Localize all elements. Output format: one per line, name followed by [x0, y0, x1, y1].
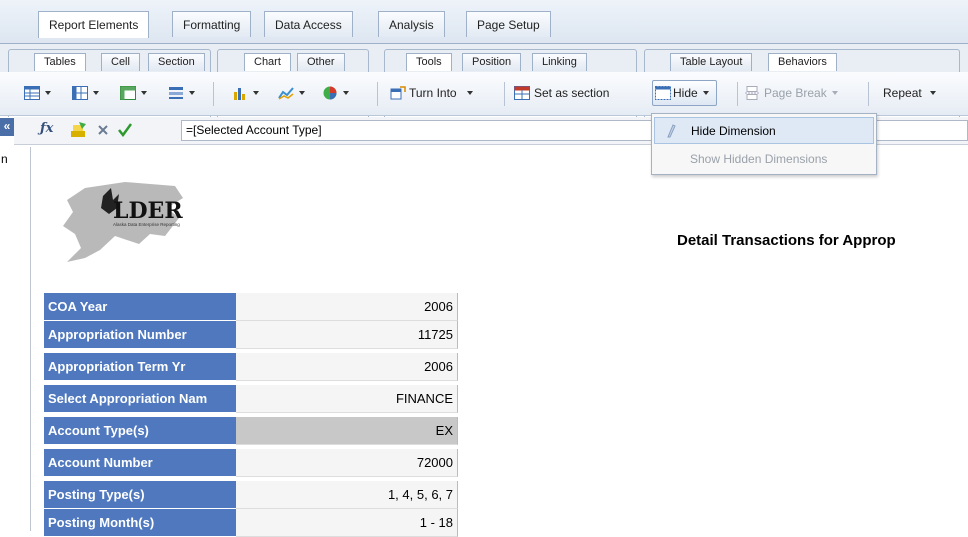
page-break-button[interactable]: Page Break — [744, 80, 843, 106]
row-label[interactable]: Posting Month(s) — [44, 509, 236, 537]
table-row: COA Year 2006 — [44, 293, 458, 321]
hide-button[interactable]: Hide — [652, 80, 717, 106]
row-value[interactable]: FINANCE — [236, 385, 458, 413]
validate-formula-icon[interactable] — [118, 123, 132, 137]
subtab-linking[interactable]: Linking — [532, 53, 587, 71]
row-label[interactable]: Posting Type(s) — [44, 481, 236, 509]
subtab-section[interactable]: Section — [148, 53, 205, 71]
crosstab-icon — [120, 86, 136, 100]
vertical-table-button[interactable] — [24, 80, 56, 106]
vertical-table-icon — [24, 86, 40, 100]
set-as-section-button[interactable]: Set as section — [514, 80, 609, 106]
row-value[interactable]: 1 - 18 — [236, 509, 458, 537]
subtab-other[interactable]: Other — [297, 53, 345, 71]
table-row: Account Type(s) EX — [44, 417, 458, 445]
left-panel-strip: « n — [0, 117, 14, 531]
toolbar-separator — [213, 82, 214, 106]
hide-label: Hide — [673, 86, 698, 100]
formula-fx-icon[interactable]: ƒx — [40, 121, 53, 136]
section-icon — [514, 86, 530, 100]
subtab-chart[interactable]: Chart — [244, 53, 291, 71]
row-value[interactable]: 72000 — [236, 449, 458, 477]
row-value[interactable]: 2006 — [236, 293, 458, 321]
table-row: Posting Type(s) 1, 4, 5, 6, 7 — [44, 481, 458, 509]
line-chart-icon — [278, 87, 294, 100]
logo-tagline: Alaska Data Enterprise Reporting — [113, 222, 180, 227]
toolbar-separator — [377, 82, 378, 106]
subtab-cell[interactable]: Cell — [101, 53, 140, 71]
row-value-selected[interactable]: EX — [236, 417, 458, 445]
page-break-label: Page Break — [764, 86, 827, 100]
form-icon — [169, 87, 183, 99]
variable-editor-icon[interactable] — [70, 121, 88, 139]
menu-item-label: Show Hidden Dimensions — [690, 152, 828, 166]
turn-into-icon — [390, 86, 406, 100]
tab-page-setup[interactable]: Page Setup — [466, 11, 551, 37]
report-title: Detail Transactions for Approp — [677, 232, 896, 249]
subtab-table-layout[interactable]: Table Layout — [670, 53, 753, 71]
table-row: Appropriation Term Yr 2006 — [44, 353, 458, 381]
sub-tab-row: Tables Cell Section Chart Other Tools Po… — [0, 44, 968, 125]
row-value[interactable]: 1, 4, 5, 6, 7 — [236, 481, 458, 509]
table-row: Account Number 72000 — [44, 449, 458, 477]
row-label[interactable]: Appropriation Term Yr — [44, 353, 236, 381]
pie-chart-icon — [323, 86, 337, 100]
row-label[interactable]: COA Year — [44, 293, 236, 321]
subtab-behaviors[interactable]: Behaviors — [768, 53, 837, 71]
table-row: Appropriation Number 11725 — [44, 321, 458, 349]
tab-data-access[interactable]: Data Access — [264, 11, 353, 37]
tab-formatting[interactable]: Formatting — [172, 11, 252, 37]
table-row: Select Appropriation Nam FINANCE — [44, 385, 458, 413]
row-value[interactable]: 11725 — [236, 321, 458, 349]
panel-label-fragment: n — [1, 152, 8, 166]
toolbar: Turn Into Set as section Hide Page Break… — [0, 72, 968, 116]
cancel-formula-icon[interactable] — [97, 124, 109, 136]
repeat-button[interactable]: Repeat — [883, 80, 941, 106]
crosstab-button[interactable] — [120, 80, 152, 106]
collapse-panel-button[interactable]: « — [0, 118, 14, 136]
subtab-tools[interactable]: Tools — [406, 53, 452, 71]
hide-column-icon — [655, 86, 671, 100]
toolbar-separator — [504, 82, 505, 106]
menu-item-show-hidden[interactable]: Show Hidden Dimensions — [654, 146, 874, 173]
subtab-position[interactable]: Position — [462, 53, 522, 71]
menu-item-hide-dimension[interactable]: Hide Dimension — [654, 117, 874, 144]
toolbar-separator — [868, 82, 869, 106]
row-label[interactable]: Appropriation Number — [44, 321, 236, 349]
turn-into-label: Turn Into — [409, 86, 457, 100]
turn-into-button[interactable]: Turn Into — [390, 80, 478, 106]
form-button[interactable] — [168, 80, 200, 106]
horizontal-table-button[interactable] — [72, 80, 104, 106]
hide-dimension-icon — [667, 124, 676, 138]
line-chart-button[interactable] — [278, 80, 310, 106]
tab-report-elements[interactable]: Report Elements — [38, 11, 150, 38]
menu-item-label: Hide Dimension — [691, 124, 776, 138]
repeat-label: Repeat — [883, 86, 922, 100]
horizontal-table-icon — [72, 86, 88, 100]
pie-chart-button[interactable] — [322, 80, 354, 106]
hide-dropdown-menu: Hide Dimension Show Hidden Dimensions — [651, 113, 877, 175]
toolbar-separator — [737, 82, 738, 106]
bar-chart-icon — [234, 88, 245, 100]
tab-analysis[interactable]: Analysis — [378, 11, 445, 37]
bar-chart-button[interactable] — [232, 80, 264, 106]
logo-text: LDER — [113, 198, 183, 224]
page-break-icon — [745, 86, 759, 100]
set-as-section-label: Set as section — [534, 86, 610, 100]
row-label[interactable]: Account Type(s) — [44, 417, 236, 445]
row-label[interactable]: Select Appropriation Nam — [44, 385, 236, 413]
subtab-tables[interactable]: Tables — [34, 53, 86, 71]
alder-logo: LDER Alaska Data Enterprise Reporting — [63, 182, 183, 262]
main-tab-bar: Report Elements Formatting Data Access A… — [0, 0, 968, 44]
table-row: Posting Month(s) 1 - 18 — [44, 509, 458, 537]
row-label[interactable]: Account Number — [44, 449, 236, 477]
row-value[interactable]: 2006 — [236, 353, 458, 381]
